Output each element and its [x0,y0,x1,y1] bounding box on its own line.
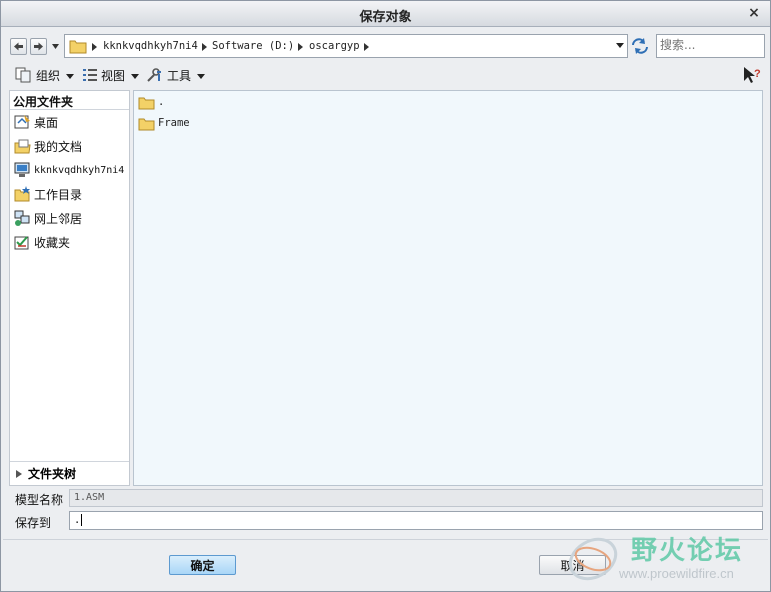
sidebar-item-label: 网上邻居 [34,211,83,226]
breadcrumb-drive[interactable]: Software (D:) [212,40,294,52]
svg-text:?: ? [754,68,761,80]
view-icon [83,69,97,81]
ok-button[interactable]: 确定 [169,555,236,575]
working-directory-icon [14,186,30,202]
back-arrow-icon [14,42,23,51]
forward-arrow-icon [34,42,43,51]
forward-button[interactable] [30,38,47,55]
address-bar[interactable]: kknkvqdhkyh7ni4 Software (D:) oscargyp [64,34,628,58]
watermark-logo-icon [568,537,618,581]
breadcrumb-separator [298,43,303,51]
folder-icon [138,97,155,109]
address-dropdown-icon[interactable] [616,43,624,48]
expand-arrow-icon [16,469,22,478]
sidebar-item-network[interactable]: 网上邻居 [14,208,82,228]
sidebar-item-computer[interactable]: kknkvqdhkyh7ni4 [14,160,124,180]
back-button[interactable] [10,38,27,55]
watermark-url: www.proewildfire.cn [619,566,734,581]
folder-tree-toggle[interactable]: 文件夹树 [10,461,129,485]
divider [10,109,129,110]
sidebar-item-label: 工作目录 [34,187,83,202]
watermark: 野火论坛 www.proewildfire.cn [561,527,769,589]
model-name-label: 模型名称 [15,493,64,507]
sidebar-item-label: 收藏夹 [34,235,71,250]
file-list[interactable]: . Frame [133,90,763,486]
search-input[interactable] [660,38,761,52]
view-menu[interactable]: 视图 [82,65,140,85]
chevron-down-icon [131,73,140,79]
common-folders-header: 公用文件夹 [13,95,74,109]
search-field[interactable] [656,34,765,58]
title-bar: 保存对象 × [1,1,770,27]
breadcrumb-separator [364,43,369,51]
chevron-down-icon [197,73,206,79]
tools-menu[interactable]: 工具 [146,65,206,85]
help-icon[interactable]: ? [742,65,762,85]
save-to-value: . [74,514,81,526]
watermark-title: 野火论坛 [631,536,744,566]
model-name-field: 1.ASM [69,489,763,507]
folder-tree-label: 文件夹树 [28,467,77,481]
organize-menu[interactable]: 组织 [15,65,75,85]
favorites-icon [14,236,29,250]
computer-icon [14,162,30,177]
dialog-title: 保存对象 [359,10,412,25]
history-dropdown-icon[interactable] [51,42,60,51]
text-cursor [81,514,83,526]
list-item[interactable]: . [138,93,164,111]
breadcrumb-separator [92,43,97,51]
file-name: Frame [158,117,190,129]
breadcrumb-computer[interactable]: kknkvqdhkyh7ni4 [103,40,198,52]
sidebar-item-desktop[interactable]: 桌面 [14,112,58,132]
organize-icon [15,67,31,83]
chevron-down-icon [66,73,75,79]
sidebar-item-favorites[interactable]: 收藏夹 [14,232,70,252]
sidebar-item-label: 我的文档 [34,139,83,154]
file-name: . [158,96,165,108]
close-button[interactable]: × [746,5,762,21]
sidebar-item-label: kknkvqdhkyh7ni4 [34,164,125,176]
network-icon [14,210,30,226]
list-item[interactable]: Frame [138,114,190,132]
save-object-dialog: 保存对象 × kknkvqdhkyh7ni4 Software (D:) osc… [0,0,771,592]
desktop-icon [14,115,30,129]
refresh-icon[interactable] [630,36,650,56]
breadcrumb-folder[interactable]: oscargyp [309,40,360,52]
sidebar-item-label: 桌面 [34,115,59,130]
folder-icon [69,40,87,54]
view-label: 视图 [101,68,126,83]
sidebar-item-my-documents[interactable]: 我的文档 [14,136,82,156]
organize-label: 组织 [36,68,61,83]
save-to-label: 保存到 [15,516,52,530]
breadcrumb-separator [202,43,207,51]
my-documents-icon [14,139,31,154]
tools-icon [147,68,161,82]
tools-label: 工具 [167,68,192,83]
sidebar-item-working-directory[interactable]: 工作目录 [14,184,82,204]
folder-icon [138,118,155,130]
common-folders-panel: 公用文件夹 桌面 我的文档 kknkvqdhkyh7ni4 工作目录 网上邻居 … [9,90,130,486]
